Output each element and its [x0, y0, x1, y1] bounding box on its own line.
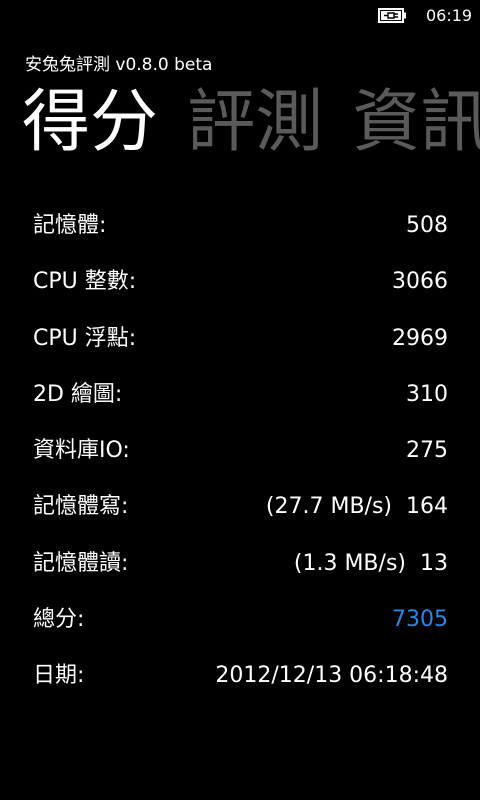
memory-score: 508: [406, 213, 448, 238]
memory-write-score: 164: [406, 494, 448, 520]
database-io-score: 275: [406, 438, 448, 463]
cpu-float-result-row: CPU 浮點: 2969: [33, 313, 448, 369]
memory-read-speed: (1.3 MB/s): [293, 550, 406, 576]
status-bar: 06:19: [0, 0, 480, 32]
date-label: 日期:: [33, 663, 85, 688]
total-score-row: 總分: 7305: [33, 594, 448, 650]
date-row: 日期: 2012/12/13 06:18:48: [33, 650, 448, 706]
status-time: 06:19: [426, 6, 473, 25]
memory-result-row: 記憶體: 508: [33, 200, 448, 256]
pivot-header: 得分 評測 資訊: [22, 78, 480, 168]
cpu-integer-label: CPU 整數:: [33, 269, 137, 295]
app-title: 安兔兔評測 v0.8.0 beta: [25, 55, 213, 75]
graphics-2d-label: 2D 繪圖:: [33, 381, 123, 407]
date-value: 2012/12/13 06:18:48: [215, 663, 448, 688]
cpu-integer-result-row: CPU 整數: 3066: [33, 256, 448, 312]
graphics-2d-result-row: 2D 繪圖: 310: [33, 369, 448, 425]
total-score-value: 7305: [392, 606, 448, 632]
graphics-2d-score: 310: [406, 381, 448, 407]
memory-read-label: 記憶體讀:: [33, 550, 129, 576]
results-list: 記憶體: 508 CPU 整數: 3066 CPU 浮點: 2969 2D 繪圖…: [33, 200, 448, 706]
total-score-label: 總分:: [33, 606, 85, 632]
memory-write-result-row: 記憶體寫: (27.7 MB/s) 164: [33, 481, 448, 537]
memory-read-result-row: 記憶體讀: (1.3 MB/s) 13: [33, 538, 448, 594]
memory-label: 記憶體:: [33, 213, 107, 238]
database-io-label: 資料庫IO:: [33, 438, 130, 463]
memory-write-speed: (27.7 MB/s): [265, 494, 392, 520]
cpu-float-label: CPU 浮點:: [33, 325, 137, 351]
memory-read-score: 13: [420, 550, 448, 576]
pivot-tab-info[interactable]: 資訊: [352, 78, 480, 168]
pivot-tab-score[interactable]: 得分: [22, 78, 158, 168]
pivot-tab-test[interactable]: 評測: [187, 78, 323, 168]
battery-charging-icon: [378, 8, 406, 23]
memory-write-value: (27.7 MB/s) 164: [266, 491, 448, 523]
memory-write-label: 記憶體寫:: [33, 494, 129, 520]
cpu-float-score: 2969: [392, 325, 448, 351]
cpu-integer-score: 3066: [392, 269, 448, 295]
memory-read-value: (1.3 MB/s) 13: [294, 548, 448, 580]
database-io-result-row: 資料庫IO: 275: [33, 425, 448, 481]
